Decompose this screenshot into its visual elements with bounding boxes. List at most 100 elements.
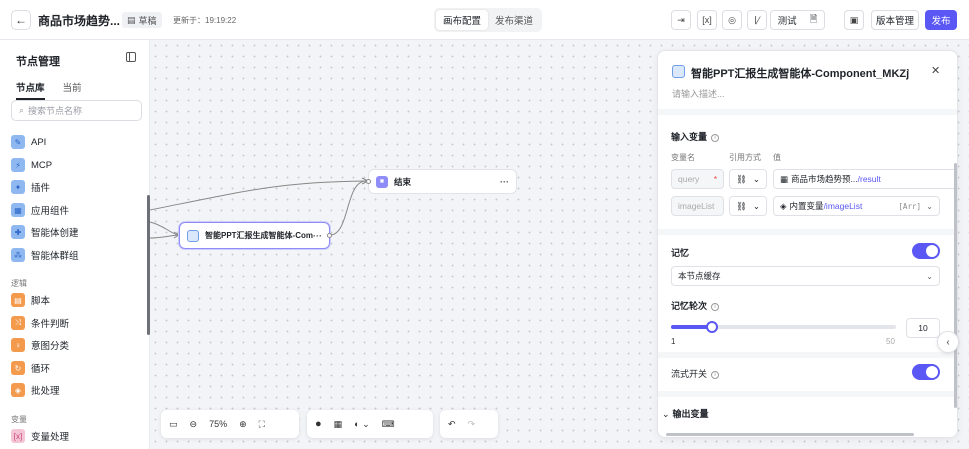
keyboard-icon[interactable]: ⌨ — [382, 419, 395, 430]
pointer-mode-icon[interactable]: ◐ ⌄ — [354, 419, 369, 430]
test-button[interactable]: 测试 🗎 — [770, 10, 825, 30]
sidebar-item-agent-group[interactable]: ⁂ 智能体群组 — [11, 247, 79, 263]
memory-toggle[interactable] — [912, 243, 940, 259]
sidebar-collapse-icon[interactable] — [126, 52, 136, 62]
exit-icon[interactable]: ⇥ — [671, 10, 691, 30]
publish-button[interactable]: 发布 — [925, 10, 957, 30]
ref-type-select[interactable]: ⛓ ⌄ — [729, 196, 767, 216]
builtin-var-icon: ◈ — [780, 200, 787, 211]
sidebar-item-plugin[interactable]: ✦ 插件 — [11, 179, 50, 195]
link-icon: ⛓ — [736, 173, 747, 184]
sidebar-item-mcp[interactable]: ⚡ MCP — [11, 157, 52, 173]
tab-publish-channel[interactable]: 发布渠道 — [488, 10, 540, 30]
close-icon[interactable]: ✕ — [931, 64, 940, 77]
input-vars-heading: 输入变量 i — [671, 130, 720, 143]
ref-type-select[interactable]: ⛓ ⌄ — [729, 169, 767, 189]
zoom-out-icon[interactable]: ⊖ — [190, 419, 198, 430]
sidebar-item-batch[interactable]: ◈ 批处理 — [11, 382, 60, 398]
chart-icon[interactable]: ⌊⁄ — [747, 10, 767, 30]
memory-rounds-input[interactable]: 10 — [906, 318, 940, 338]
tab-node-library[interactable]: 节点库 — [16, 80, 45, 100]
version-management-button[interactable]: 版本管理 — [871, 10, 919, 30]
var-value-field[interactable]: ▦ 商品市场趋势预... /result — [773, 169, 957, 189]
slider-min-label: 1 — [671, 337, 676, 346]
updated-time: 更新于：19:19:22 — [173, 16, 237, 25]
end-node[interactable]: ⏹ 结束 ··· — [368, 169, 517, 194]
col-value: 值 — [773, 153, 781, 162]
sidebar-item-script[interactable]: ▤ 脚本 — [11, 292, 50, 308]
search-icon: ⌕ — [19, 105, 25, 115]
panel-more-icon[interactable]: ··· — [900, 65, 910, 76]
link-icon: ⛓ — [736, 200, 747, 211]
stream-switch-heading: 流式开关 i — [671, 367, 720, 380]
zoom-toolbar: ▭ ⊖ 75% ⊕ ⛶ — [161, 410, 299, 438]
info-icon: i — [711, 302, 720, 311]
organize-icon[interactable]: ▦ — [334, 419, 343, 430]
node-search-input[interactable]: ⌕ 搜索节点名称 — [11, 100, 142, 121]
sidebar-tabs: 节点库 当前 — [16, 80, 82, 100]
minimap-icon[interactable]: ▭ — [169, 419, 178, 430]
undo-icon[interactable]: ↶ — [448, 419, 456, 430]
panel-title[interactable]: 智能PPT汇报生成智能体-Component_MKZj — [691, 65, 909, 81]
description-input[interactable]: 请输入描述... — [672, 87, 725, 100]
sidebar-item-variable[interactable]: [x] 变量处理 — [11, 428, 69, 444]
sidebar-item-app-component[interactable]: ▦ 应用组件 — [11, 202, 69, 218]
chevron-left-icon[interactable]: ‹ — [937, 331, 959, 353]
component-node[interactable]: 智能PPT汇报生成智能体-Com... ··· — [179, 222, 330, 249]
end-node-icon: ⏹ — [376, 175, 388, 188]
divider — [658, 352, 957, 358]
component-node-output-port[interactable] — [327, 233, 332, 238]
section-logic: 逻辑 — [11, 279, 27, 288]
history-toolbar: ↶ ↷ — [440, 410, 498, 438]
variable-bracket-icon[interactable]: [x] — [697, 10, 717, 30]
memory-label: 记忆 — [671, 248, 690, 258]
var-name-field: query * — [671, 169, 724, 189]
section-variable: 变量 — [11, 415, 27, 424]
settings-icon[interactable]: ◎ — [722, 10, 742, 30]
tab-current[interactable]: 当前 — [63, 80, 82, 100]
var-value-select[interactable]: ◈ 内置变量 /imageList [Arr] ⌄ — [773, 196, 940, 216]
end-node-input-port[interactable] — [366, 179, 371, 184]
fit-view-icon[interactable]: ⛶ — [259, 419, 265, 430]
agent-create-icon: ✚ — [11, 225, 25, 239]
add-node-icon[interactable]: ● — [315, 418, 322, 430]
save-icon[interactable]: ▣ — [844, 10, 864, 30]
output-vars-heading[interactable]: ⌄ 输出变量 — [662, 407, 709, 420]
center-tabs: 画布配置 发布渠道 — [434, 8, 543, 32]
document-icon: ▤ — [127, 14, 136, 25]
slider-thumb[interactable] — [706, 321, 719, 333]
divider — [658, 109, 957, 115]
stream-toggle[interactable] — [912, 364, 940, 380]
end-node-more-icon[interactable]: ··· — [500, 177, 509, 187]
var-name-field: imageList — [671, 196, 724, 216]
memory-rounds-heading: 记忆轮次 i — [671, 299, 720, 312]
chevron-down-icon: ⌄ — [752, 200, 760, 211]
tab-canvas-config[interactable]: 画布配置 — [436, 10, 489, 30]
zoom-in-icon[interactable]: ⊕ — [239, 419, 247, 430]
component-icon — [672, 65, 685, 78]
sidebar-item-intent[interactable]: ♀ 意图分类 — [11, 337, 69, 353]
chevron-down-icon: ⌄ — [752, 173, 760, 184]
sidebar-item-agent-create[interactable]: ✚ 智能体创建 — [11, 224, 79, 240]
redo-icon[interactable]: ↷ — [468, 419, 476, 430]
test-file-icon: 🗎 — [809, 14, 818, 25]
back-button[interactable]: ← — [11, 10, 31, 30]
panel-scrollbar-horizontal[interactable] — [666, 433, 914, 436]
sidebar-item-api[interactable]: ✎ API — [11, 134, 46, 150]
info-icon: i — [711, 133, 720, 142]
zoom-level[interactable]: 75% — [209, 419, 227, 429]
loop-icon: ↻ — [11, 361, 25, 375]
memory-rounds-slider[interactable] — [671, 321, 896, 333]
panel-scrollbar-vertical[interactable] — [954, 163, 957, 408]
script-icon: ▤ — [11, 293, 25, 307]
condition-icon: ⤨ — [11, 316, 25, 330]
top-bar: ← 商品市场趋势... ▤ 草稿 更新于：19:19:22 画布配置 发布渠道 … — [0, 0, 969, 40]
divider — [658, 229, 957, 235]
chevron-down-icon: ⌄ — [662, 409, 670, 419]
sidebar-item-loop[interactable]: ↻ 循环 — [11, 360, 50, 376]
memory-mode-select[interactable]: 本节点缓存 ⌄ — [671, 266, 940, 286]
plugin-icon: ✦ — [11, 180, 25, 194]
component-node-more-icon[interactable]: ··· — [313, 231, 322, 241]
type-badge: [Arr] — [898, 201, 921, 211]
sidebar-item-condition[interactable]: ⤨ 条件判断 — [11, 315, 69, 331]
